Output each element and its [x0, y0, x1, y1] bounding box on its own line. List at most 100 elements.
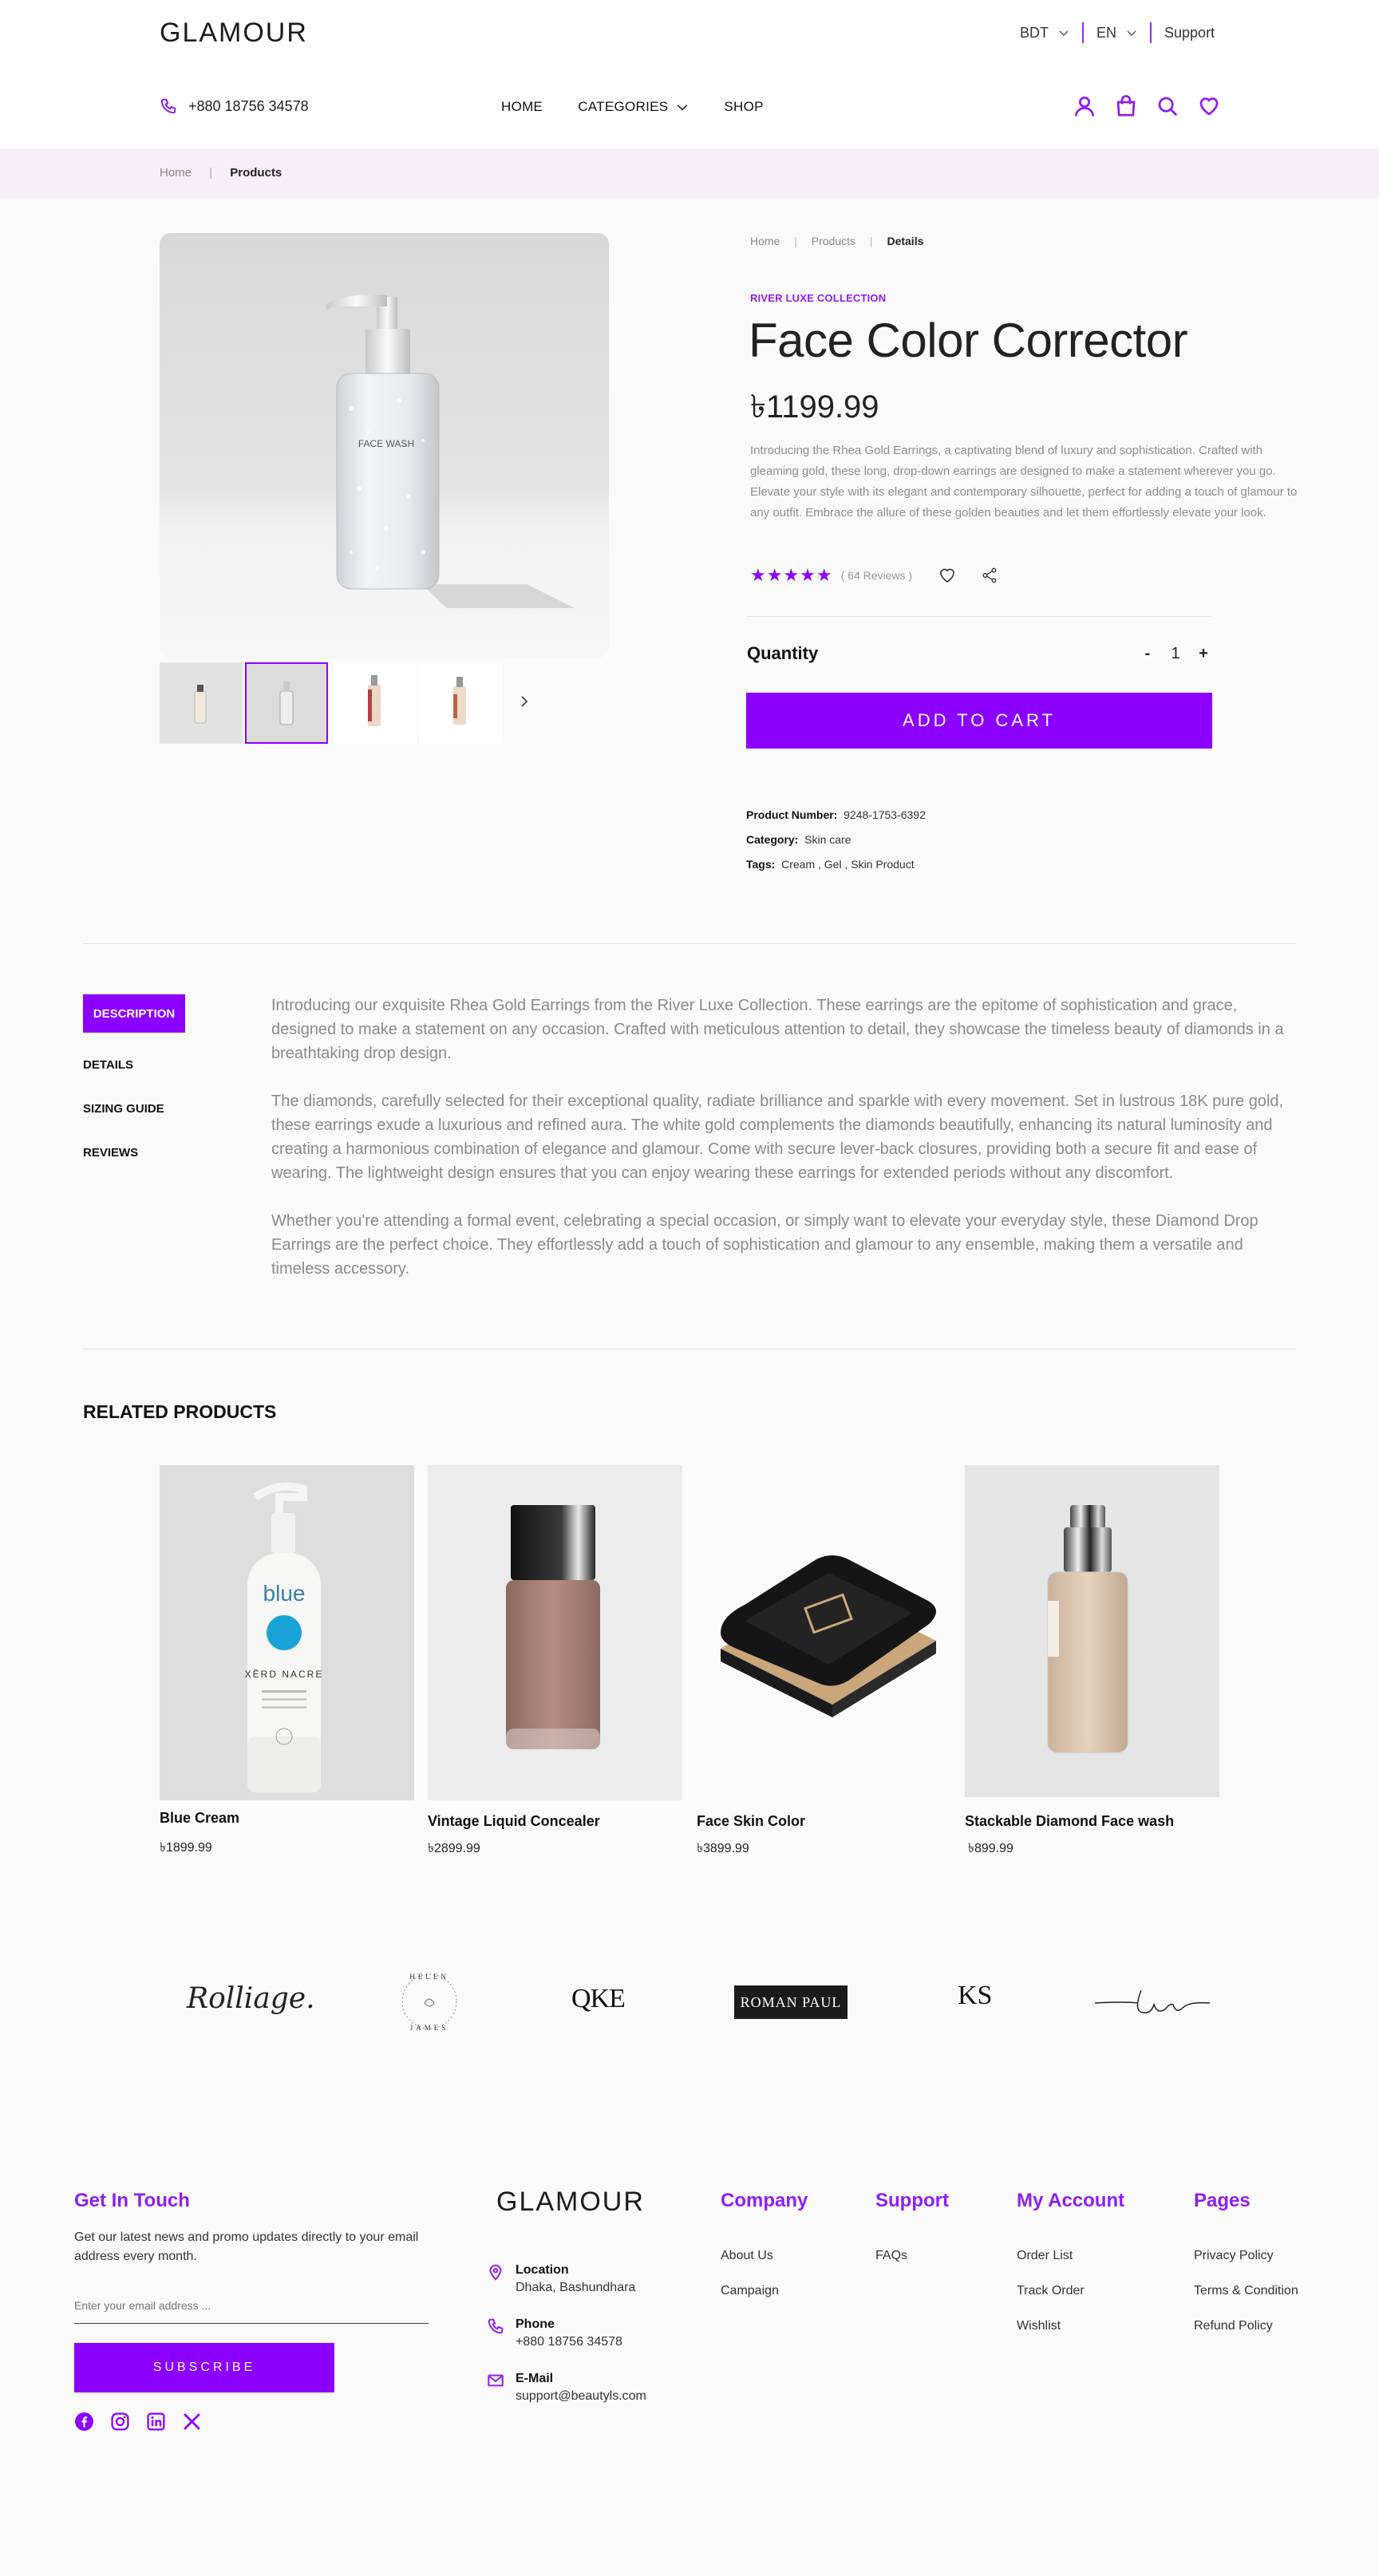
- currency-select[interactable]: BDT: [1020, 25, 1069, 41]
- tab-sizing-guide[interactable]: SIZING GUIDE: [83, 1102, 185, 1116]
- product-card-title[interactable]: Stackable Diamond Face wash: [965, 1813, 1174, 1830]
- description-paragraph: The diamonds, carefully selected for the…: [271, 1092, 1284, 1182]
- footer-link-about-us[interactable]: About Us: [721, 2249, 808, 2263]
- product-card-title[interactable]: Vintage Liquid Concealer: [428, 1813, 600, 1830]
- tags-value[interactable]: Cream , Gel , Skin Product: [781, 858, 915, 871]
- shopping-bag-icon[interactable]: [1114, 94, 1138, 118]
- product-card-image[interactable]: [697, 1465, 951, 1813]
- product-number-label: Product Number:: [746, 808, 838, 821]
- newsletter-email-input[interactable]: [74, 2287, 429, 2324]
- footer-phone-value[interactable]: +880 18756 34578: [516, 2335, 622, 2349]
- decrease-button[interactable]: -: [1140, 645, 1156, 663]
- star-rating[interactable]: ★★★★★: [750, 565, 833, 586]
- footer-link-order-list[interactable]: Order List: [1017, 2249, 1124, 2263]
- support-link[interactable]: Support: [1164, 25, 1215, 41]
- share-icon[interactable]: [981, 567, 998, 584]
- breadcrumb-home[interactable]: Home: [750, 235, 780, 247]
- footer-link-terms[interactable]: Terms & Condition: [1194, 2284, 1298, 2298]
- footer-column-title: Support: [875, 2190, 949, 2211]
- footer-column-title: My Account: [1017, 2190, 1125, 2211]
- collection-label[interactable]: RIVER LUXE COLLECTION: [750, 292, 886, 304]
- footer-logo[interactable]: GLAMOUR: [496, 2187, 645, 2218]
- breadcrumb-home[interactable]: Home: [160, 166, 192, 180]
- footer-link-faqs[interactable]: FAQs: [875, 2249, 949, 2263]
- description-paragraph: Introducing our exquisite Rhea Gold Earr…: [271, 997, 1284, 1062]
- breadcrumb-current: Products: [230, 166, 283, 180]
- tab-details[interactable]: DETAILS: [83, 1058, 185, 1072]
- facebook-icon[interactable]: [74, 2412, 94, 2432]
- footer-column-pages: Pages Privacy Policy Terms & Condition R…: [1194, 2190, 1298, 2333]
- footer-contact: Location Dhaka, Bashundhara Phone +880 1…: [487, 2263, 646, 2404]
- footer-link-privacy-policy[interactable]: Privacy Policy: [1194, 2249, 1298, 2263]
- thumbnail[interactable]: [419, 662, 502, 744]
- user-icon[interactable]: [1073, 94, 1096, 118]
- x-twitter-icon[interactable]: [182, 2412, 202, 2432]
- thumbnail-image: [160, 662, 243, 744]
- brand-logo-qke[interactable]: QKE: [571, 1984, 626, 2014]
- heart-icon[interactable]: [1197, 94, 1221, 118]
- product-card-title[interactable]: Face Skin Color: [697, 1813, 805, 1830]
- thumbnail-selected[interactable]: [245, 662, 328, 744]
- brand-logo-rolliage[interactable]: Rolliage.: [187, 1982, 315, 2015]
- cream-bottle-image: blue XËRD NACRE: [160, 1465, 414, 1800]
- thumbnail-image: [419, 662, 502, 744]
- breadcrumb-bar: Home | Products: [0, 148, 1379, 198]
- breadcrumb-separator: |: [209, 166, 213, 180]
- heart-icon[interactable]: [938, 566, 957, 585]
- footer-link-campaign[interactable]: Campaign: [721, 2284, 808, 2298]
- divider: [83, 943, 1296, 944]
- quantity-value[interactable]: 1: [1156, 645, 1195, 663]
- rating-row: ★★★★★ ( 64 Reviews ): [750, 565, 998, 586]
- thumbnail[interactable]: [160, 662, 243, 744]
- increase-button[interactable]: +: [1195, 645, 1211, 663]
- nav-shop[interactable]: SHOP: [724, 99, 763, 115]
- divider: [1150, 22, 1152, 43]
- language-select[interactable]: EN: [1096, 25, 1137, 41]
- breadcrumb: Home | Products: [160, 166, 282, 180]
- brand-logo-roman-paul[interactable]: ROMAN PAUL: [734, 1985, 848, 2019]
- currency-label: BDT: [1020, 24, 1049, 41]
- product-main-image[interactable]: FACE WASH: [160, 233, 609, 658]
- brand-logo-lou[interactable]: [1093, 1979, 1211, 2027]
- quantity-label: Quantity: [747, 643, 819, 663]
- site-logo[interactable]: GLAMOUR: [160, 18, 308, 49]
- breadcrumb-products[interactable]: Products: [812, 235, 855, 247]
- product-number-row: Product Number: 9248-1753-6392: [746, 803, 926, 828]
- tab-reviews[interactable]: REVIEWS: [83, 1146, 185, 1160]
- linkedin-icon[interactable]: [146, 2412, 166, 2432]
- foundation-bottle-image: [965, 1465, 1219, 1797]
- subscribe-button[interactable]: SUBSCRIBE: [74, 2343, 334, 2392]
- product-card-image[interactable]: blue XËRD NACRE: [160, 1465, 414, 1800]
- concealer-bottle-image: [428, 1465, 682, 1800]
- header-phone[interactable]: +880 18756 34578: [160, 97, 309, 115]
- brand-logo-ks[interactable]: KS: [958, 1981, 992, 2011]
- product-card-image[interactable]: [428, 1465, 682, 1800]
- chevron-down-icon: [1127, 30, 1136, 37]
- category-value[interactable]: Skin care: [804, 833, 851, 846]
- footer-column-title: Pages: [1194, 2190, 1251, 2211]
- footer-link-track-order[interactable]: Track Order: [1017, 2284, 1124, 2298]
- nav-categories[interactable]: CATEGORIES: [578, 99, 689, 115]
- breadcrumb-current: Details: [887, 235, 924, 247]
- footer-email-value[interactable]: support@beautyls.com: [516, 2389, 646, 2404]
- brand-logo-helen-james[interactable]: HELEN JAMES: [396, 1968, 463, 2035]
- nav-categories-label: CATEGORIES: [578, 99, 669, 114]
- reviews-count[interactable]: ( 64 Reviews ): [841, 569, 912, 582]
- product-card-price: ৳899.99: [968, 1842, 1014, 1855]
- product-card-price: ৳1899.99: [160, 1841, 212, 1855]
- add-to-cart-button[interactable]: ADD TO CART: [746, 693, 1212, 749]
- product-card-image[interactable]: [965, 1465, 1219, 1797]
- search-icon[interactable]: [1156, 94, 1179, 118]
- chevron-right-icon[interactable]: [517, 694, 531, 709]
- newsletter-text: Get our latest news and promo updates di…: [74, 2230, 419, 2263]
- tab-description[interactable]: DESCRIPTION: [83, 994, 185, 1033]
- nav-home[interactable]: HOME: [501, 99, 543, 115]
- thumbnail[interactable]: [334, 662, 417, 744]
- top-menu: BDT EN Support: [1020, 22, 1215, 43]
- product-card-title[interactable]: Blue Cream: [160, 1810, 239, 1827]
- footer-link-wishlist[interactable]: Wishlist: [1017, 2319, 1124, 2333]
- lou-signature: [1094, 1989, 1211, 2014]
- instagram-icon[interactable]: [110, 2412, 130, 2432]
- info-tabs: DESCRIPTION DETAILS SIZING GUIDE REVIEWS: [83, 994, 185, 1160]
- footer-link-refund-policy[interactable]: Refund Policy: [1194, 2319, 1298, 2333]
